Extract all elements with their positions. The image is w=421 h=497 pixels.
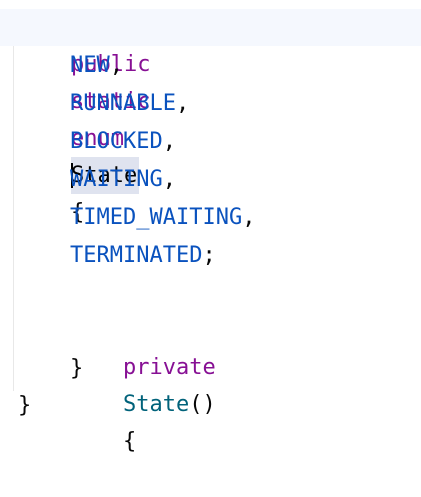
enum-close-line[interactable]: } — [18, 387, 31, 424]
keyword-private: private — [122, 355, 216, 380]
comma: , — [162, 129, 176, 154]
enum-constant-line[interactable]: NEW, — [70, 47, 123, 84]
indent-guide — [13, 46, 14, 391]
enum-constant-new: NEW — [70, 53, 110, 78]
open-brace: { — [122, 429, 137, 454]
enum-constant-line[interactable]: RUNNABLE, — [70, 85, 189, 122]
enum-constant-blocked: BLOCKED — [70, 129, 163, 154]
enum-constant-line[interactable]: WAITING, — [70, 161, 176, 198]
close-brace: } — [70, 356, 84, 381]
constructor-declaration-line[interactable]: private State() { — [70, 312, 216, 454]
enum-constant-runnable: RUNNABLE — [70, 91, 176, 116]
enum-constant-waiting: WAITING — [70, 167, 163, 192]
code-editor[interactable]: public static enum State { NEW, RUNNABLE… — [0, 0, 421, 454]
enum-constant-line[interactable]: BLOCKED, — [70, 123, 176, 160]
enum-constant-timed-waiting: TIMED_WAITING — [70, 205, 243, 230]
comma: , — [162, 167, 176, 192]
comma: , — [242, 205, 256, 230]
close-brace: } — [18, 393, 32, 418]
parentheses: () — [189, 392, 216, 417]
enum-constant-line[interactable]: TIMED_WAITING, — [70, 199, 255, 236]
comma: , — [109, 53, 123, 78]
constructor-close-line[interactable]: } — [70, 350, 83, 387]
enum-constant-line[interactable]: TERMINATED; — [70, 237, 216, 274]
semicolon: ; — [202, 243, 216, 268]
enum-declaration-line[interactable]: public static enum State { — [18, 9, 150, 225]
comma: , — [175, 91, 190, 116]
enum-constant-terminated: TERMINATED — [70, 243, 203, 268]
constructor-name: State — [122, 392, 190, 417]
